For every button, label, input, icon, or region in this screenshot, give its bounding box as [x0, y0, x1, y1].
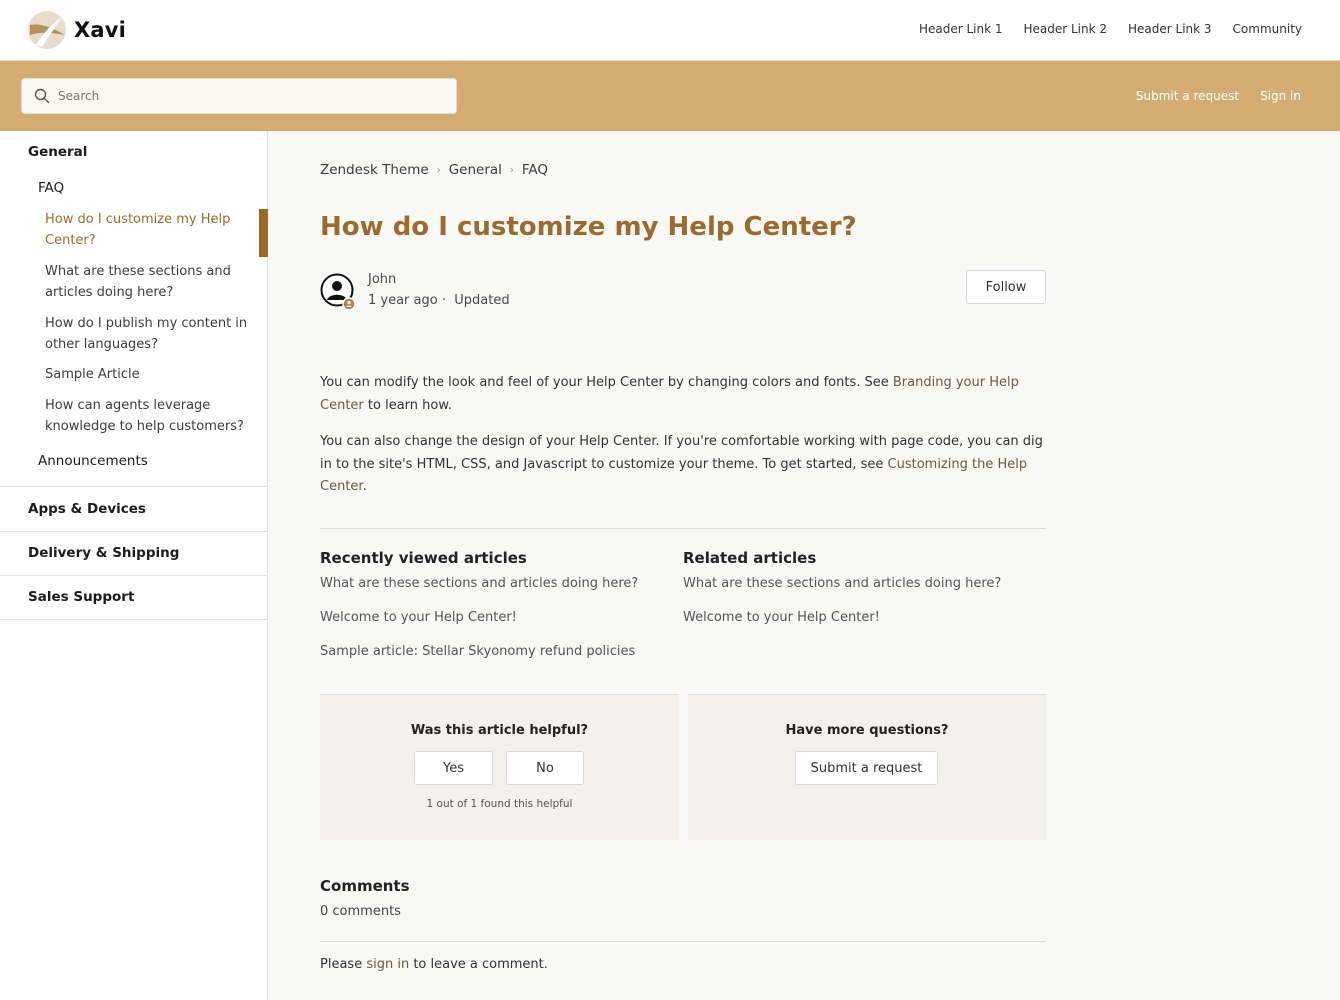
- comments-heading: Comments: [320, 877, 410, 895]
- submit-request-button[interactable]: Submit a request: [795, 751, 938, 785]
- comments-count: 0 comments: [320, 904, 401, 919]
- prompt-text: to leave a comment.: [409, 957, 548, 972]
- sidebar-article[interactable]: What are these sections and articles doi…: [45, 261, 250, 303]
- submit-request-link[interactable]: Submit a request: [1136, 89, 1239, 103]
- vote-no-button[interactable]: No: [506, 751, 584, 785]
- comments-divider: [320, 941, 1046, 942]
- helpful-question: Was this article helpful?: [410, 723, 589, 738]
- active-article-marker: [259, 209, 268, 257]
- sign-in-link[interactable]: Sign in: [1260, 89, 1301, 103]
- sidebar-section-announcements[interactable]: Announcements: [38, 453, 148, 469]
- sidebar-article[interactable]: How can agents leverage knowledge to hel…: [45, 395, 250, 437]
- recently-viewed-heading: Recently viewed articles: [320, 549, 527, 567]
- recently-viewed-link[interactable]: Welcome to your Help Center!: [320, 610, 517, 625]
- related-articles-heading: Related articles: [683, 549, 817, 567]
- brand-name: Xavi: [74, 18, 127, 42]
- sidebar-divider: [0, 531, 267, 532]
- header-nav: Header Link 1 Header Link 2 Header Link …: [919, 22, 1302, 36]
- section-divider: [320, 528, 1046, 529]
- sidebar-divider: [0, 486, 267, 487]
- article-paragraph: You can modify the look and feel of your…: [320, 372, 1046, 417]
- article-updated: Updated: [454, 293, 510, 308]
- helpful-count: 1 out of 1 found this helpful: [426, 798, 573, 810]
- brand-logo[interactable]: Xavi: [28, 11, 126, 49]
- sidebar-category-delivery-shipping[interactable]: Delivery & Shipping: [28, 545, 179, 561]
- comment-sign-in-link[interactable]: sign in: [366, 957, 409, 972]
- top-header: Xavi Header Link 1 Header Link 2 Header …: [0, 0, 1340, 61]
- breadcrumb-separator: ›: [436, 164, 441, 176]
- sidebar-section-faq[interactable]: FAQ: [38, 180, 64, 196]
- sidebar-category-apps-devices[interactable]: Apps & Devices: [28, 501, 146, 517]
- header-link-1[interactable]: Header Link 1: [919, 22, 1003, 36]
- article-votes-panel: Was this article helpful? Yes No 1 out o…: [320, 694, 679, 840]
- author-name[interactable]: John: [368, 272, 396, 287]
- sidebar-divider: [0, 619, 267, 620]
- avatar-icon: [320, 273, 356, 311]
- sidebar-divider: [0, 575, 267, 576]
- header-link-3[interactable]: Header Link 3: [1128, 22, 1212, 36]
- comment-sign-in-prompt: Please sign in to leave a comment.: [320, 957, 548, 972]
- breadcrumb: Zendesk Theme › General › FAQ: [320, 162, 548, 178]
- article-paragraph: You can also change the design of your H…: [320, 431, 1046, 499]
- breadcrumb-item[interactable]: FAQ: [522, 162, 548, 178]
- search-box[interactable]: [21, 78, 457, 114]
- more-questions-panel: Have more questions? Submit a request: [688, 694, 1046, 840]
- sidebar-category-general[interactable]: General: [28, 144, 87, 160]
- article-meta: 1 year ago · Updated: [368, 293, 510, 308]
- prompt-text: Please: [320, 957, 367, 972]
- related-article-link[interactable]: Welcome to your Help Center!: [683, 610, 880, 625]
- brand-logo-icon: [28, 11, 66, 49]
- sidebar-article[interactable]: How do I publish my content in other lan…: [45, 313, 250, 355]
- sidebar: General FAQ How do I customize my Help C…: [0, 131, 268, 1000]
- related-article-link[interactable]: What are these sections and articles doi…: [683, 576, 1001, 591]
- article-title: How do I customize my Help Center?: [320, 212, 857, 242]
- article-time: 1 year ago: [368, 293, 438, 308]
- recently-viewed-link[interactable]: What are these sections and articles doi…: [320, 576, 638, 591]
- search-icon: [34, 88, 50, 104]
- breadcrumb-item[interactable]: General: [449, 162, 502, 178]
- more-questions-heading: Have more questions?: [785, 723, 949, 738]
- recently-viewed-link[interactable]: Sample article: Stellar Skyonomy refund …: [320, 644, 635, 659]
- breadcrumb-separator: ›: [509, 164, 514, 176]
- search-band: Submit a request Sign in: [0, 61, 1340, 131]
- header-link-2[interactable]: Header Link 2: [1023, 22, 1107, 36]
- search-input[interactable]: [58, 89, 438, 103]
- band-links: Submit a request Sign in: [1136, 89, 1301, 103]
- follow-button[interactable]: Follow: [966, 270, 1046, 304]
- header-link-community[interactable]: Community: [1233, 22, 1302, 36]
- vote-yes-button[interactable]: Yes: [414, 751, 493, 785]
- paragraph-text: .: [362, 479, 367, 494]
- sidebar-category-sales-support[interactable]: Sales Support: [28, 589, 134, 605]
- breadcrumb-item[interactable]: Zendesk Theme: [320, 162, 429, 178]
- sidebar-article[interactable]: Sample Article: [45, 364, 250, 385]
- paragraph-text: You can modify the look and feel of your…: [320, 375, 893, 390]
- paragraph-text: to learn how.: [363, 397, 452, 413]
- sidebar-article-active[interactable]: How do I customize my Help Center?: [45, 209, 250, 251]
